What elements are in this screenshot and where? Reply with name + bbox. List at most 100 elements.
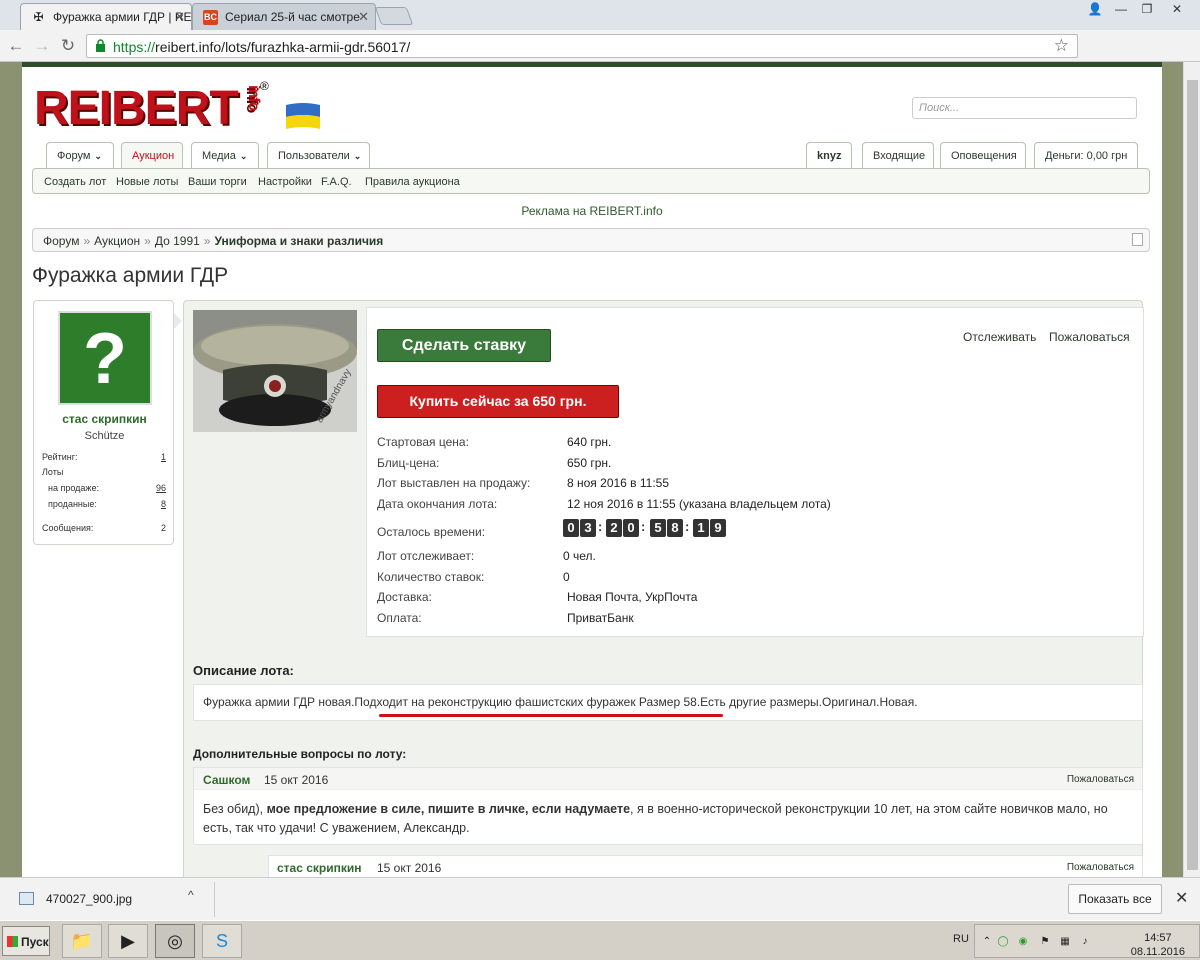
page-icon[interactable]	[1132, 233, 1143, 246]
scrollbar-thumb[interactable]	[1187, 80, 1198, 870]
bids-label: Количество ставок:	[377, 570, 485, 584]
tab-serial[interactable]: BC Сериал 25-й час смотре ✕	[192, 3, 376, 30]
breadcrumb: Форум» Аукцион» До 1991» Униформа и знаки р…	[32, 228, 1150, 252]
buy-now-button[interactable]: Купить сейчас за 650 грн.	[377, 385, 619, 418]
new-tab-button[interactable]	[374, 7, 414, 25]
close-window-icon[interactable]: ✕	[1160, 0, 1194, 20]
rating-value[interactable]: 1	[154, 452, 166, 462]
skype-taskbar-icon[interactable]: S	[202, 924, 242, 958]
chevron-up-icon[interactable]: ^	[188, 888, 194, 902]
on-sale-label: на продаже:	[48, 483, 99, 493]
bookmark-star-icon[interactable]: ☆	[1054, 36, 1069, 56]
show-all-button[interactable]: Показать все	[1068, 884, 1162, 914]
on-sale-value[interactable]: 96	[150, 483, 166, 493]
search-input[interactable]: Поиск...	[912, 97, 1137, 119]
subnav-my-bids[interactable]: Ваши торги	[188, 176, 247, 188]
subnav-rules[interactable]: Правила аукциона	[365, 176, 460, 188]
end-date-value: 12 ноя 2016 в 11:55 (указана владельцем …	[567, 497, 831, 511]
image-file-icon	[19, 892, 34, 905]
question-author[interactable]: Сашком	[203, 773, 250, 787]
windows-taskbar: Пуск 📁 ▶ ◎ S RU ⌃ ◯ ◉ ⚑ ▦ ♪ 14:57 08.11.2…	[0, 920, 1200, 960]
tray-app-icon[interactable]: ◯	[997, 936, 1009, 948]
page-title: Фуражка армии ГДР	[32, 264, 229, 287]
tab-media[interactable]: Медиа ⌄	[191, 142, 259, 168]
tab-user-knyz[interactable]: knyz	[806, 142, 852, 168]
countdown-digit: 5	[650, 519, 666, 537]
tab-users[interactable]: Пользователи ⌄	[267, 142, 370, 168]
listed-value: 8 ноя 2016 в 11:55	[567, 476, 670, 490]
seller-name[interactable]: стас скрипкин	[34, 412, 175, 426]
avatar[interactable]: ?	[58, 311, 152, 405]
answer-author[interactable]: стас скрипкин	[277, 861, 362, 875]
iron-cross-icon: ✠	[33, 10, 44, 24]
sub-navigation: Создать лот Новые лоты Ваши торги Настро…	[32, 168, 1150, 194]
tab-inbox[interactable]: Входящие	[862, 142, 934, 168]
explorer-taskbar-icon[interactable]: 📁	[62, 924, 102, 958]
lot-info-box: Сделать ставку Купить сейчас за 650 грн.…	[366, 307, 1144, 637]
subnav-settings[interactable]: Настройки	[258, 176, 312, 188]
page-scrollbar[interactable]	[1183, 62, 1200, 877]
lot-panel: armyandnavy Сделать ставку Купить сейчас…	[183, 300, 1144, 877]
sold-value[interactable]: 8	[154, 499, 166, 509]
subnav-create-lot[interactable]: Создать лот	[44, 176, 106, 188]
tab-title: Сериал 25-й час смотре	[225, 10, 360, 24]
chrome-taskbar-icon[interactable]: ◎	[155, 924, 195, 958]
subnav-faq[interactable]: F.A.Q.	[321, 176, 352, 188]
ukraine-flag-icon	[286, 103, 320, 129]
subnav-new-lots[interactable]: Новые лоты	[116, 176, 178, 188]
tab-money[interactable]: Деньги: 0,00 грн	[1034, 142, 1138, 168]
start-button[interactable]: Пуск	[2, 926, 50, 956]
tab-alerts[interactable]: Оповещения	[940, 142, 1026, 168]
countdown-digit: 0	[563, 519, 579, 537]
restore-icon[interactable]: ❐	[1134, 0, 1160, 20]
minimize-icon[interactable]: —	[1108, 0, 1134, 20]
tray-expand-icon[interactable]: ⌃	[981, 936, 993, 948]
close-tab-icon[interactable]: ✕	[174, 9, 185, 25]
tray-app-icon[interactable]: ◉	[1017, 936, 1029, 948]
lot-photo[interactable]: armyandnavy	[193, 310, 357, 432]
clock[interactable]: 14:57 08.11.2016	[1131, 931, 1185, 959]
countdown-digit: 1	[693, 519, 709, 537]
blitz-price-label: Блиц-цена:	[377, 456, 440, 470]
payment-value: ПриватБанк	[567, 611, 634, 625]
breadcrumb-before-1991[interactable]: До 1991	[155, 234, 200, 248]
place-bid-button[interactable]: Сделать ставку	[377, 329, 551, 362]
tray-flag-icon[interactable]: ⚑	[1039, 936, 1051, 948]
breadcrumb-forum[interactable]: Форум	[43, 234, 79, 248]
report-link[interactable]: Пожаловаться	[1049, 330, 1130, 344]
answer-report-link[interactable]: Пожаловаться	[1067, 862, 1134, 873]
forward-icon[interactable]: →	[32, 36, 52, 56]
media-player-taskbar-icon[interactable]: ▶	[108, 924, 148, 958]
lock-icon	[96, 39, 105, 52]
back-icon[interactable]: ←	[6, 36, 26, 56]
close-tab-icon[interactable]: ✕	[358, 9, 369, 25]
question-report-link[interactable]: Пожаловаться	[1067, 774, 1134, 785]
tab-reibert[interactable]: ✠ Фуражка армии ГДР | RE ✕	[20, 3, 192, 30]
delivery-value: Новая Почта, УкрПочта	[567, 590, 698, 604]
language-indicator[interactable]: RU	[953, 933, 969, 945]
site-logo[interactable]: REIBERT ® info	[34, 79, 320, 136]
tab-auction[interactable]: Аукцион	[121, 142, 183, 168]
watch-link[interactable]: Отслеживать	[963, 330, 1036, 344]
description-heading: Описание лота:	[193, 663, 294, 678]
system-tray: ⌃ ◯ ◉ ⚑ ▦ ♪ 14:57 08.11.2016	[974, 924, 1200, 958]
breadcrumb-auction[interactable]: Аукцион	[94, 234, 140, 248]
breadcrumb-uniform[interactable]: Униформа и знаки различия	[214, 234, 383, 248]
seller-card: ? стас скрипкин Schütze Рейтинг: 1 Лоты …	[33, 300, 174, 545]
sold-label: проданные:	[48, 499, 97, 509]
reload-icon[interactable]: ↻	[58, 36, 78, 56]
tray-volume-icon[interactable]: ♪	[1079, 936, 1091, 948]
tab-forum[interactable]: Форум ⌄	[46, 142, 114, 168]
watchers-value: 0 чел.	[563, 549, 596, 563]
url-text: https://reibert.info/lots/furazhka-armii…	[113, 39, 411, 55]
time-left-label: Осталось времени:	[377, 525, 486, 539]
bids-value: 0	[563, 570, 570, 584]
close-download-bar-icon[interactable]: ✕	[1175, 888, 1188, 908]
address-bar[interactable]: https://reibert.info/lots/furazhka-armii…	[86, 34, 1078, 58]
tray-network-icon[interactable]: ▦	[1059, 936, 1071, 948]
card-pointer	[174, 313, 182, 329]
watchers-label: Лот отслеживает:	[377, 549, 475, 563]
ad-link[interactable]: Реклама на REIBERT.info	[22, 204, 1162, 218]
user-profile-icon[interactable]: 👤	[1082, 0, 1108, 20]
download-filename[interactable]: 470027_900.jpg	[46, 892, 132, 906]
